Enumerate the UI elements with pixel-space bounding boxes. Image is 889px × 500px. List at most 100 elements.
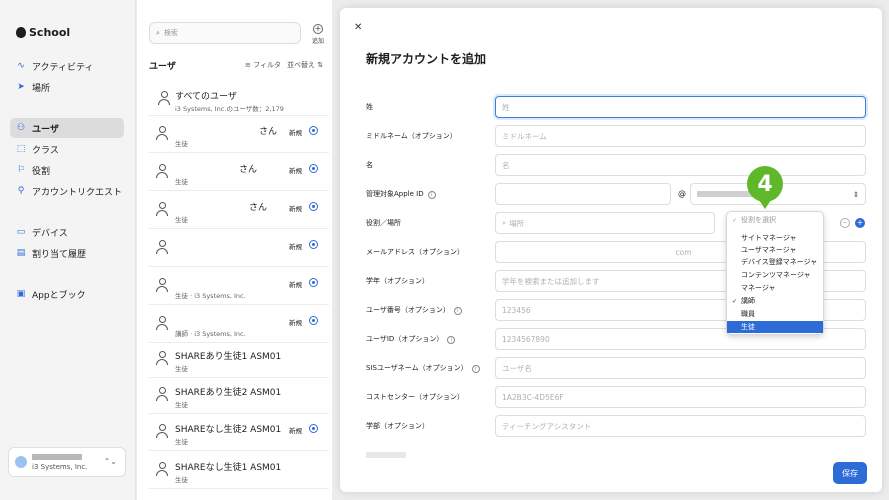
filter-button[interactable]: ≡ フィルタ: [245, 60, 281, 70]
status-dot-icon: [309, 316, 318, 325]
list-item[interactable]: 新規: [149, 231, 329, 267]
step-badge: 4: [747, 166, 783, 202]
middle-name-input[interactable]: ミドルネーム: [495, 125, 866, 147]
list-item[interactable]: さん 生徒 新規: [149, 117, 329, 153]
person-icon: [155, 240, 169, 256]
info-icon[interactable]: i: [427, 191, 436, 199]
laptop-icon: ▭: [16, 227, 26, 237]
field-label: ユーザID（オプション） i: [366, 334, 456, 344]
cutoff-label: [366, 452, 406, 458]
status-dot-icon: [309, 126, 318, 135]
placeholder: 1234567890: [502, 334, 550, 344]
list-item-name: SHAREなし生徒1 ASM01: [175, 463, 282, 473]
close-icon[interactable]: ✕: [354, 22, 362, 33]
list-item[interactable]: SHAREなし生徒1 ASM01 生徒: [149, 453, 329, 489]
save-button[interactable]: 保存: [833, 462, 867, 484]
sidebar-item-users[interactable]: ⚇ ユーザ: [10, 118, 124, 138]
placeholder: 123456: [502, 305, 531, 315]
department-input[interactable]: ティーチングアシスタント: [495, 415, 866, 437]
sidebar-item-label: デバイス: [32, 228, 68, 239]
at-sign: @: [678, 189, 686, 198]
sis-username-input[interactable]: ユーザ名: [495, 357, 866, 379]
add-icon[interactable]: +: [855, 218, 865, 228]
role-option[interactable]: コンテンツマネージャ: [727, 269, 823, 281]
cost-center-input[interactable]: 1A2B3C-4D5E6F: [495, 386, 866, 408]
role-option-highlighted[interactable]: 生徒: [727, 321, 823, 333]
person-icon: [155, 202, 169, 218]
sidebar-item-devices[interactable]: ▭ デバイス: [10, 222, 124, 242]
list-item[interactable]: 講師 · i3 Systems, Inc. 新規: [149, 307, 329, 343]
person-icon: [155, 278, 169, 294]
sidebar-item-account-requests[interactable]: ⚲ アカウントリクエスト: [10, 181, 124, 201]
role-option-label: 職員: [741, 310, 755, 318]
sidebar-item-label: 役割: [32, 166, 51, 177]
field-label-text: ユーザ番号（オプション）: [366, 306, 450, 314]
role-option-label: マネージャ: [741, 284, 776, 292]
last-name-input[interactable]: 姓: [495, 96, 866, 118]
list-item[interactable]: SHAREなし生徒2 ASM01 生徒 新規: [149, 415, 329, 451]
role-option[interactable]: サイトマネージャ: [727, 232, 823, 244]
info-icon[interactable]: i: [447, 336, 456, 344]
account-switcher[interactable]: i3 Systems, Inc. ⌃⌄: [8, 447, 126, 477]
field-label: 管理対象Apple ID i: [366, 189, 436, 199]
person-icon: [155, 316, 169, 332]
placeholder: ティーチングアシスタント: [502, 421, 592, 431]
field-cutoff: [366, 444, 866, 468]
new-badge: 新規: [289, 281, 302, 289]
filter-icon: ≡: [245, 61, 251, 69]
list-item-sub: 生徒 · i3 Systems, Inc.: [175, 292, 246, 300]
first-name-input[interactable]: 名: [495, 154, 866, 176]
list-item[interactable]: さん 生徒 新規: [149, 155, 329, 191]
status-dot-icon: [309, 164, 318, 173]
person-icon: [155, 164, 169, 180]
role-option[interactable]: デバイス登録マネージャ: [727, 256, 823, 268]
chevron-updown-icon: ⇕: [852, 189, 859, 199]
info-icon[interactable]: i: [453, 307, 462, 315]
info-icon[interactable]: i: [471, 365, 480, 373]
field-label: 学年（オプション）: [366, 277, 429, 285]
search-placeholder: 検索: [163, 29, 178, 37]
sidebar-item-classes[interactable]: ⬚ クラス: [10, 139, 124, 159]
role-dropdown-menu[interactable]: ✓ 役割を選択 サイトマネージャ ユーザマネージャ デバイス登録マネージャ コン…: [726, 211, 824, 335]
add-user-button[interactable]: + 追加: [309, 24, 327, 45]
sidebar-item-locations[interactable]: ➤ 場所: [10, 77, 124, 97]
sort-button[interactable]: 並べ替え ⇅: [287, 60, 323, 70]
search-input[interactable]: ⌕ 検索: [149, 22, 301, 44]
list-item[interactable]: SHAREあり生徒1 ASM01 生徒: [149, 342, 329, 378]
brand: School: [16, 26, 70, 39]
list-item[interactable]: SHAREあり生徒2 ASM01 生徒: [149, 378, 329, 414]
location-arrow-icon: ➤: [17, 82, 25, 92]
role-option-label: ユーザマネージャ: [741, 246, 797, 254]
new-badge: 新規: [289, 167, 302, 175]
location-input[interactable]: ⌕ 場所: [495, 212, 715, 234]
role-option-checked[interactable]: ✓ 講師: [727, 295, 823, 307]
status-dot-icon: [309, 278, 318, 287]
list-item-name: SHAREあり生徒1 ASM01: [175, 352, 282, 362]
list-item-sub: 生徒: [175, 438, 188, 446]
field-managed-apple-id: 管理対象Apple ID i @ ⇕: [366, 183, 866, 207]
role-option[interactable]: 職員: [727, 308, 823, 320]
list-item[interactable]: さん 生徒 新規: [149, 193, 329, 229]
list-item-sub: 講師 · i3 Systems, Inc.: [175, 330, 246, 338]
list-item-name: さん: [259, 127, 278, 137]
sidebar-item-activity[interactable]: ∿ アクティビティ: [10, 56, 124, 76]
field-label-text: SISユーザネーム（オプション）: [366, 364, 468, 372]
sidebar-item-assignment-history[interactable]: ▤ 割り当て履歴: [10, 243, 124, 263]
sidebar-item-roles[interactable]: ⚐ 役割: [10, 160, 124, 180]
apple-id-input[interactable]: [495, 183, 671, 205]
field-label: 名: [366, 161, 373, 169]
list-item-sub: 生徒: [175, 140, 188, 148]
role-option-label: 講師: [741, 297, 755, 305]
remove-icon[interactable]: −: [840, 218, 850, 228]
field-first-name: 名 名: [366, 154, 866, 178]
role-option[interactable]: ユーザマネージャ: [727, 244, 823, 256]
list-item[interactable]: 生徒 · i3 Systems, Inc. 新規: [149, 269, 329, 305]
list-item-all-users[interactable]: すべてのユーザ i3 Systems, Inc.のユーザ数：2,179: [149, 82, 329, 116]
role-option-label: コンテンツマネージャ: [741, 271, 811, 279]
filter-label: フィルタ: [253, 61, 281, 69]
person-icon: [155, 424, 169, 440]
sidebar-item-apps-books[interactable]: ▣ Appとブック: [10, 284, 124, 304]
role-option[interactable]: マネージャ: [727, 282, 823, 294]
sort-label: 並べ替え: [287, 61, 315, 69]
list-item-name: さん: [249, 203, 268, 213]
